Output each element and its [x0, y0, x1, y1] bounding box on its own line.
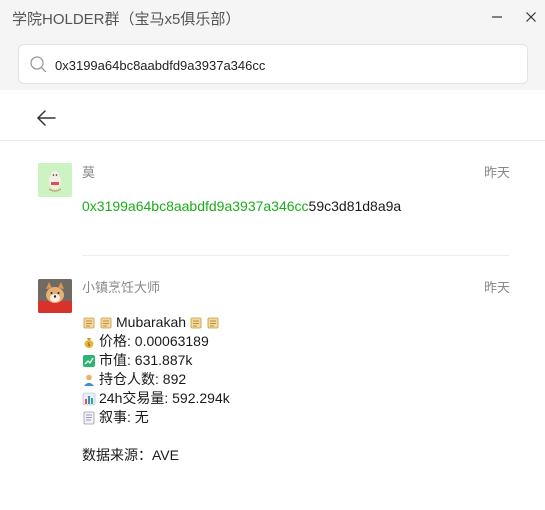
svg-text:$: $ [87, 342, 90, 348]
holders-line: 持仓人数: 892 [82, 370, 230, 389]
scroll-icon [207, 317, 219, 328]
bar-chart-icon [82, 392, 96, 405]
back-arrow-icon[interactable] [34, 108, 58, 128]
sender-name: 小镇烹饪大师 [82, 280, 161, 295]
avatar[interactable] [38, 279, 72, 313]
volume-line: 24h交易量: 592.294k [82, 389, 230, 408]
message-time: 昨天 [484, 280, 511, 295]
close-icon[interactable] [520, 6, 542, 28]
message-text[interactable]: Mubarakah $ 价格: 0.00063189 市值: 631.887k … [82, 313, 230, 465]
token-name: Mubarakah [116, 314, 187, 330]
scroll-icon [83, 317, 95, 328]
search-box[interactable] [18, 44, 528, 84]
message-divider [82, 255, 509, 256]
price-line: $ 价格: 0.00063189 [82, 332, 230, 351]
source-text: 数据来源：AVE [82, 447, 179, 463]
message-time: 昨天 [484, 165, 511, 180]
message-text[interactable]: 0x3199a64bc8aabdfd9a3937a346cc59c3d81d8a… [82, 197, 401, 216]
person-icon [84, 374, 94, 386]
volume-text: 24h交易量: 592.294k [99, 390, 230, 406]
narrative-line: 叙事: 无 [82, 408, 230, 427]
source-line: 数据来源：AVE [82, 446, 230, 465]
narrative-text: 叙事: 无 [99, 409, 149, 425]
token-name-line: Mubarakah [82, 313, 230, 332]
minimize-icon[interactable] [486, 6, 508, 28]
price-text: 价格: 0.00063189 [99, 333, 209, 349]
search-highlight: 0x3199a64bc8aabdfd9a3937a346cc [82, 198, 309, 214]
market-cap-text: 市值: 631.887k [99, 352, 193, 368]
message-text-rest: 59c3d81d8a9a [308, 198, 402, 214]
window-title: 学院HOLDER群（宝马x5俱乐部） [12, 11, 241, 28]
money-bag-icon: $ [84, 337, 94, 348]
search-area [0, 36, 545, 90]
scroll-icon [100, 317, 112, 328]
market-cap-line: 市值: 631.887k [82, 351, 230, 370]
scroll-icon [190, 317, 202, 328]
holders-text: 持仓人数: 892 [99, 371, 187, 387]
title-bar: 学院HOLDER群（宝马x5俱乐部） [0, 0, 545, 36]
memo-icon [83, 411, 95, 424]
chart-up-icon [83, 354, 95, 367]
search-input[interactable] [55, 54, 515, 76]
sender-name: 莫 [82, 165, 96, 180]
search-icon [30, 56, 47, 73]
avatar[interactable] [38, 163, 72, 197]
navigation-row [0, 90, 545, 141]
